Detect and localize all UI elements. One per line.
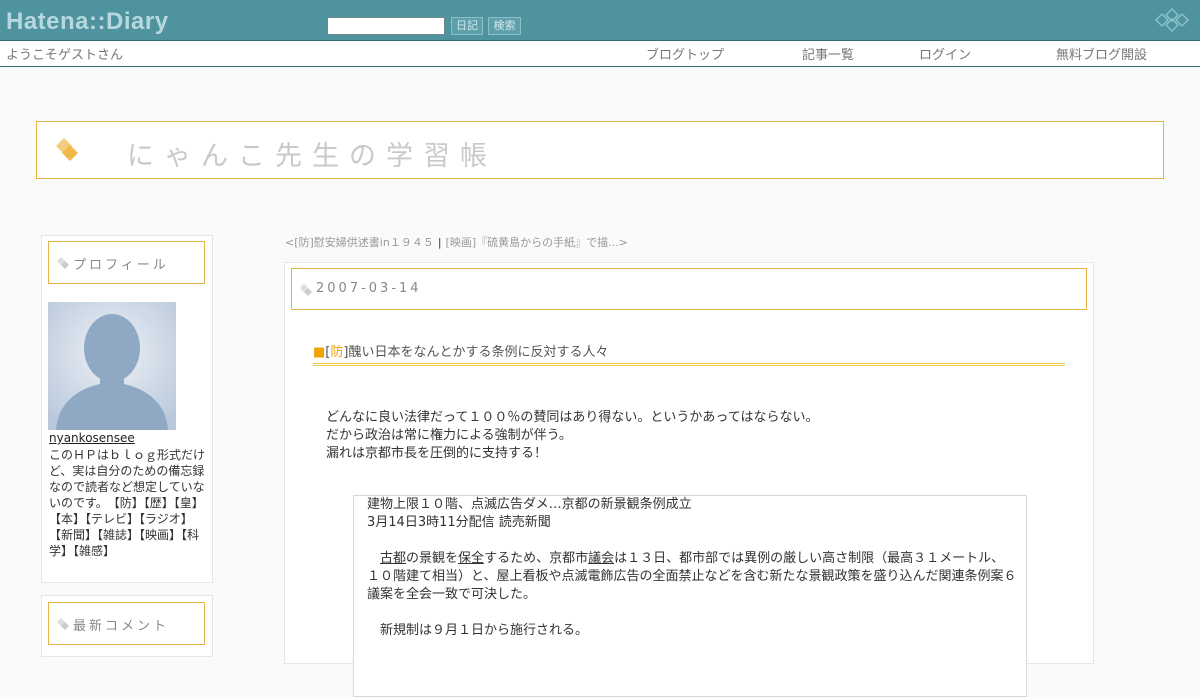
search-button[interactable]: 検索 [488, 17, 521, 35]
date-heading-box: 2007-03-14 [291, 268, 1087, 310]
quote-paragraph: 新規制は９月１日から施行される。 [367, 622, 1017, 640]
quote-paragraph: 古都の景観を保全するため、京都市議会は１３日、都市部では異例の厳しい高さ制限（最… [367, 550, 1017, 604]
quote-text: 新規制は９月１日から施行される。 [380, 623, 589, 638]
entry-title: 醜い日本をなんとかする条例に反対する人々 [348, 345, 609, 360]
user-navigation: ようこそゲストさん ブログトップ 記事一覧 ログイン 無料ブログ開設 [0, 41, 1200, 67]
profile-heading: プロフィール [73, 258, 169, 273]
quote-text: の景観を [406, 551, 459, 566]
quote-text: するため、京都市 [484, 551, 589, 566]
sidebar-profile-module: プロフィール nyankosensee このＨＰはｂｌｏｇ形式だけど、実は自分の… [41, 235, 213, 583]
hatena-logo-icon[interactable] [1152, 7, 1192, 33]
next-entry-link[interactable]: [映画]『硫黄島からの手紙』で描...> [446, 236, 628, 249]
title-marker[interactable]: ■ [313, 345, 325, 360]
sidebar-comments-module: 最新コメント [41, 595, 213, 657]
recent-comments-heading-box: 最新コメント [48, 602, 205, 645]
entry-body: どんなに良い法律だって１００％の賛同はあり得ない。というかあってはならない。 だ… [326, 409, 818, 463]
entry-title-row: ■[防]醜い日本をなんとかする条例に反対する人々 [313, 341, 1065, 366]
create-blog-link[interactable]: 無料ブログ開設 [1056, 44, 1147, 63]
blog-title-banner: にゃんこ先生の学習帳 [36, 121, 1164, 179]
blog-top-link[interactable]: ブログトップ [646, 44, 724, 63]
pager-separator: | [437, 236, 442, 249]
search-input[interactable] [327, 17, 445, 35]
welcome-message: ようこそゲストさん [6, 48, 124, 63]
news-quote: 建物上限１０階、点滅広告ダメ…京都の新景観条例成立 3月14日3時11分配信 読… [353, 495, 1027, 697]
quote-headline: 建物上限１０階、点滅広告ダメ…京都の新景観条例成立 [367, 497, 692, 512]
article-list-link[interactable]: 記事一覧 [802, 44, 854, 63]
diamond-icon [300, 284, 312, 296]
keyword-link[interactable]: 議会 [588, 551, 614, 566]
prev-entry-link[interactable]: <[防]慰安婦供述書in１９４５ [285, 236, 434, 249]
diamond-icon [57, 257, 69, 269]
keyword-link[interactable]: 古都 [380, 551, 406, 566]
hatena-diary-logo[interactable]: Hatena::Diary [6, 8, 169, 36]
diary-entry: 2007-03-14 ■[防]醜い日本をなんとかする条例に反対する人々 どんなに… [284, 262, 1094, 697]
diary-button[interactable]: 日記 [451, 17, 483, 35]
body-line: 漏れは京都市長を圧倒的に支持する！ [326, 446, 548, 461]
blog-title[interactable]: にゃんこ先生の学習帳 [127, 134, 497, 173]
profile-bio: このＨＰはｂｌｏｇ形式だけど、実は自分のための備忘録なので読者など想定していない… [49, 448, 206, 558]
entry-pager: <[防]慰安婦供述書in１９４５ | [映画]『硫黄島からの手紙』で描...> [285, 234, 628, 250]
login-link[interactable]: ログイン [919, 44, 971, 63]
hatena-topbar: Hatena::Diary 日記 検索 [0, 0, 1200, 41]
body-line: だから政治は常に権力による強制が伴う。 [326, 428, 572, 443]
body-line: どんなに良い法律だって１００％の賛同はあり得ない。というかあってはならない。 [326, 410, 819, 425]
entry-category-link[interactable]: 防 [330, 345, 343, 360]
avatar[interactable] [48, 302, 176, 430]
entry-date[interactable]: 2007-03-14 [316, 281, 422, 296]
diamond-icon [56, 138, 78, 161]
keyword-link[interactable]: 保全 [458, 551, 484, 566]
profile-heading-box: プロフィール [48, 241, 205, 284]
recent-comments-heading: 最新コメント [73, 619, 170, 634]
quote-dateline: 3月14日3時11分配信 読売新聞 [367, 515, 551, 530]
diamond-icon [57, 618, 69, 630]
profile-username[interactable]: nyankosensee [49, 431, 135, 445]
